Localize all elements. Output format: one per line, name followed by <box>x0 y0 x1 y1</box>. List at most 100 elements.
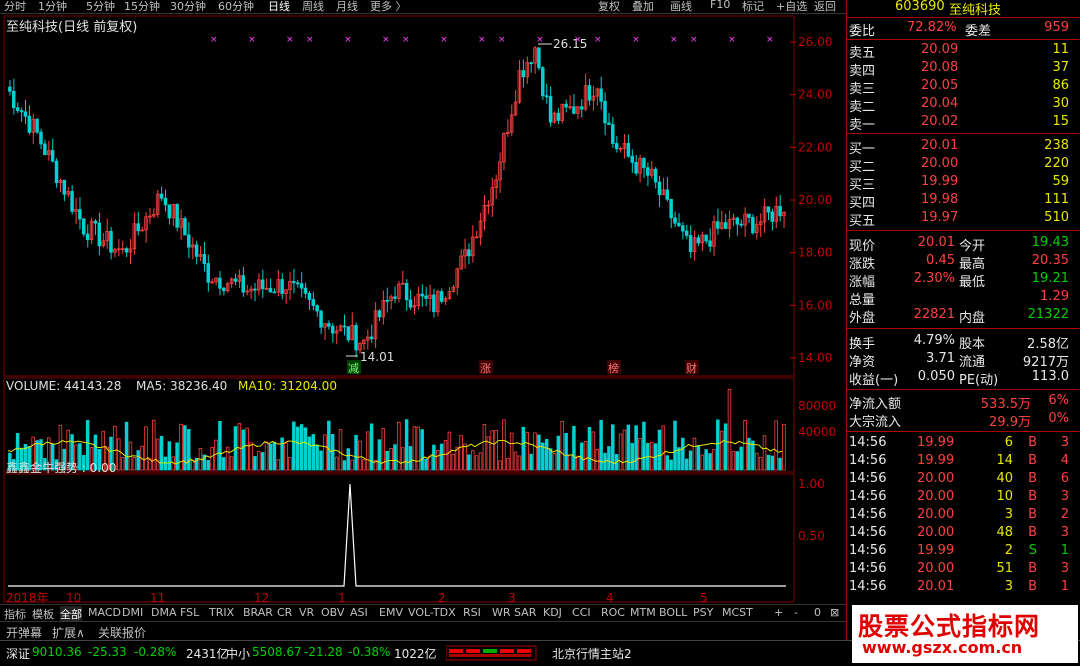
period-tab[interactable]: 60分钟 <box>218 0 254 14</box>
indicator-tab-dma[interactable]: DMA <box>151 606 177 619</box>
volume-bar <box>210 446 214 471</box>
candle-body <box>646 167 650 176</box>
tab-control-button[interactable]: ⊠ <box>830 606 839 619</box>
overlay-button[interactable]: 叠加 <box>632 0 654 14</box>
indicator-tab-roc[interactable]: ROC <box>601 606 625 619</box>
volume-bar <box>358 440 362 471</box>
tab-control-button[interactable]: 0 <box>814 606 821 619</box>
candle-body <box>587 85 592 101</box>
period-tab-active[interactable]: 日线 <box>268 0 290 14</box>
period-tab-more[interactable]: 更多 〉 <box>370 0 407 14</box>
period-tab[interactable]: 月线 <box>336 0 358 14</box>
indicator-tab-wr[interactable]: WR <box>492 606 511 619</box>
signal-marker: × <box>382 35 390 45</box>
tick-row: 14:56 20.01 3 B 1 <box>847 579 1080 597</box>
indicator-tab-全部[interactable]: 全部 <box>60 606 82 622</box>
candle-body <box>19 110 24 113</box>
volume-bar <box>471 450 475 471</box>
weicha-label: 委差 <box>965 24 992 39</box>
candle-body <box>82 218 86 235</box>
candle-body <box>43 143 47 156</box>
ask-row: 卖一 20.02 15 <box>847 114 1080 133</box>
date-axis-label: 1 <box>338 591 346 604</box>
tick-count: 1 <box>1060 543 1069 558</box>
stat-row: 收益(一) 0.050 PE(动) 113.0 <box>847 369 1080 388</box>
volume-bar <box>556 435 561 471</box>
index-sz-label: 深证 <box>6 647 31 661</box>
candle-body <box>253 288 257 291</box>
mark-button[interactable]: 标记 <box>742 0 764 14</box>
flow-label: 大宗流入 <box>849 415 902 430</box>
indicator-tab-asi[interactable]: ASI <box>350 606 368 619</box>
tab-control-button[interactable]: - <box>794 606 798 619</box>
kline-chart[interactable]: 26.00 24.00 22.00 20.00 18.00 16.00 14.00 26.15… <box>0 14 846 604</box>
period-tab[interactable]: 周线 <box>302 0 324 14</box>
stat-label: 最高 <box>959 257 986 272</box>
indicator-tab-rsi[interactable]: RSI <box>463 606 481 619</box>
indicator-tab-mtm[interactable]: MTM <box>630 606 656 619</box>
candle-body <box>8 86 12 92</box>
indicator-tab-指标[interactable]: 指标 <box>4 606 26 622</box>
candle-body <box>11 90 16 109</box>
candle-body <box>603 100 607 124</box>
signal-marker: × <box>498 35 506 45</box>
indicator-tab-emv[interactable]: EMV <box>379 606 403 619</box>
flow-pct: 6% <box>1048 393 1069 408</box>
stock-name: 至纯科技 <box>949 3 1002 18</box>
candle-body <box>233 278 238 282</box>
volume-bar <box>696 444 701 471</box>
volume-bar <box>155 438 160 471</box>
indicator-tab-cci[interactable]: CCI <box>572 606 591 619</box>
candle-body <box>735 217 740 225</box>
indicator-tab-vol-tdx[interactable]: VOL-TDX <box>408 606 456 619</box>
volume-axis-label: 40000 <box>798 425 836 439</box>
candle-body <box>346 326 351 341</box>
indicator-tab-boll[interactable]: BOLL <box>659 606 687 619</box>
tab-control-button[interactable]: + <box>774 606 783 619</box>
signal-marker: × <box>306 35 314 45</box>
indicator-tab-mcst[interactable]: MCST <box>722 606 753 619</box>
signal-marker: × <box>478 35 486 45</box>
period-tab[interactable]: 15分钟 <box>124 0 160 14</box>
indicator-tab-psy[interactable]: PSY <box>693 606 713 619</box>
volume-bar <box>260 452 265 471</box>
period-tab[interactable]: 30分钟 <box>170 0 206 14</box>
fuquan-button[interactable]: 复权 <box>598 0 620 14</box>
indicator-legend: 鑫鑫金牛强势 : 0.00 <box>6 460 116 475</box>
indicator-tab-vr[interactable]: VR <box>299 606 314 619</box>
indicator-tab-sar[interactable]: SAR <box>514 606 536 619</box>
period-tab[interactable]: 5分钟 <box>86 0 115 14</box>
stat-value: 3.71 <box>926 351 955 366</box>
sub-tab[interactable]: 扩展∧ <box>52 624 85 641</box>
signal-marker: × <box>286 35 294 45</box>
volume-bar <box>727 388 732 471</box>
indicator-tab-brar[interactable]: BRAR <box>243 606 273 619</box>
indicator-tab-fsl[interactable]: FSL <box>180 606 199 619</box>
indicator-tab-dmi[interactable]: DMI <box>122 606 143 619</box>
indicator-tab-kdj[interactable]: KDJ <box>543 606 562 619</box>
tick-row: 14:56 20.00 51 B 3 <box>847 561 1080 579</box>
period-tab[interactable]: 分时 <box>4 0 26 14</box>
indicator-tab-cr[interactable]: CR <box>277 606 292 619</box>
draw-line-button[interactable]: 画线 <box>670 0 692 14</box>
period-tab[interactable]: 1分钟 <box>38 0 67 14</box>
indicator-tab-trix[interactable]: TRIX <box>209 606 234 619</box>
bid-volume: 220 <box>1044 156 1069 171</box>
indicator-tab-模板[interactable]: 模板 <box>32 606 54 622</box>
volume-bar <box>782 423 786 471</box>
sub-tab[interactable]: 开弹幕 <box>6 624 42 641</box>
volume-bar <box>416 426 421 471</box>
f10-button[interactable]: F10 <box>710 0 730 11</box>
bid-volume: 510 <box>1044 210 1069 225</box>
volume-bar <box>704 449 708 471</box>
volume-bar <box>292 421 296 471</box>
add-watchlist-button[interactable]: +自选 <box>776 0 807 14</box>
back-button[interactable]: 返回 <box>814 0 836 14</box>
indicator-tab-macd[interactable]: MACD <box>88 606 121 619</box>
sub-tab[interactable]: 关联报价 <box>98 624 146 641</box>
candle-body <box>175 203 179 228</box>
server-name[interactable]: 北京行情主站2 <box>552 645 632 662</box>
indicator-tab-obv[interactable]: OBV <box>321 606 344 619</box>
candle-body <box>23 111 28 117</box>
stat-label: 今开 <box>959 239 986 254</box>
